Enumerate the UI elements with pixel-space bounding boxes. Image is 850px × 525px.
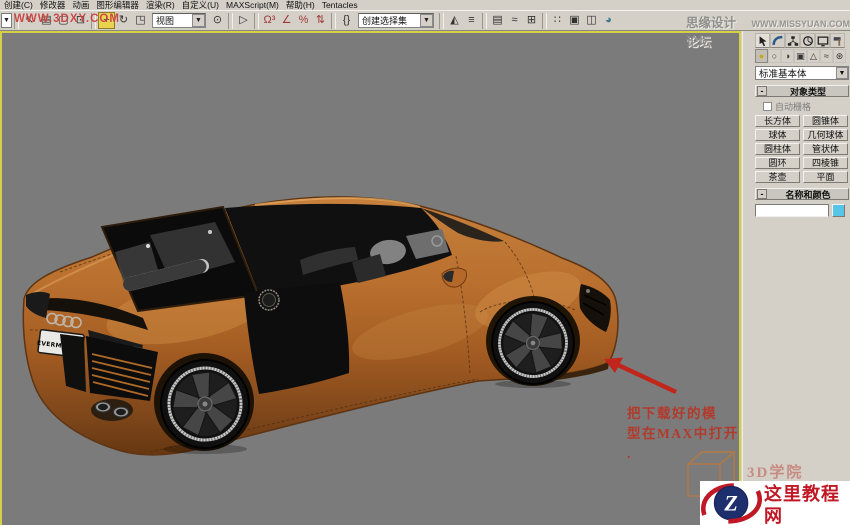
object-type-button[interactable]: 几何球体 bbox=[803, 129, 848, 141]
reference-coordinate-value: 视图 bbox=[156, 16, 175, 26]
create-categories: ● ○ ◑ ▣ △ ≈ ⊛ bbox=[755, 49, 848, 63]
name-color-rollout[interactable]: - 名称和颜色 bbox=[755, 188, 849, 200]
mirror-icon[interactable]: ◭ bbox=[446, 12, 463, 29]
separator bbox=[228, 12, 233, 29]
helpers-icon[interactable]: △ bbox=[807, 49, 820, 63]
select-scale-icon[interactable]: ◳ bbox=[132, 12, 149, 29]
material-editor-icon[interactable]: ∷ bbox=[549, 12, 566, 29]
chevron-down-icon: ▼ bbox=[836, 67, 848, 79]
watermark-3dxy: WWW.3DXY.COM bbox=[14, 13, 120, 25]
rollout-title: 对象类型 bbox=[789, 86, 826, 97]
rollout-collapse-button[interactable]: - bbox=[757, 86, 767, 96]
systems-icon[interactable]: ⊛ bbox=[833, 49, 846, 63]
command-panel: ● ○ ◑ ▣ △ ≈ ⊛ 标准基本体 ▼ - 对象类型 自动栅格 长方体 圆锥体 球体 几何球体… bbox=[742, 31, 850, 525]
render-setup-icon[interactable]: ▣ bbox=[566, 12, 583, 29]
herecours-logo: Z 这里教程网 herecours.com bbox=[700, 481, 850, 525]
percent-snap-icon[interactable]: % bbox=[295, 12, 312, 29]
exhaust-pipes bbox=[91, 399, 133, 421]
separator bbox=[439, 12, 444, 29]
named-selection-set-dropdown[interactable]: 创建选择集 ▼ bbox=[358, 13, 434, 28]
layer-manager-icon[interactable]: ▤ bbox=[489, 12, 506, 29]
3dsmax-window: 创建(C) 修改器 动画 图形编辑器 渲染(R) 自定义(U) MAXScript(M) 帮助… bbox=[0, 0, 850, 525]
use-center-icon[interactable]: ⊙ bbox=[209, 12, 226, 29]
watermark-missyuan-title: 思缘设计论坛 bbox=[686, 16, 737, 49]
object-type-button[interactable]: 球体 bbox=[755, 129, 800, 141]
annotation-arrow bbox=[604, 357, 677, 395]
car-model[interactable]: EVERMOTION bbox=[22, 196, 619, 456]
object-type-button[interactable]: 圆环 bbox=[755, 157, 800, 169]
schematic-view-icon[interactable]: ⊞ bbox=[523, 12, 540, 29]
tutorial-annotation: 把下载好的模 型在MAX中打开 . bbox=[627, 404, 739, 464]
object-type-button[interactable]: 四棱锥 bbox=[803, 157, 848, 169]
object-name-input[interactable] bbox=[755, 204, 829, 217]
object-type-button[interactable]: 管状体 bbox=[803, 143, 848, 155]
autogrid-label: 自动栅格 bbox=[775, 102, 812, 112]
separator bbox=[254, 12, 259, 29]
logo-text-cn: 这里教程网 bbox=[764, 484, 840, 525]
angle-snap-icon[interactable]: ∠ bbox=[278, 12, 295, 29]
quick-render-icon[interactable]: ◕ bbox=[600, 12, 617, 29]
primitive-category-value: 标准基本体 bbox=[759, 69, 807, 80]
reference-coordinate-dropdown[interactable]: 视图 ▼ bbox=[152, 13, 206, 28]
object-color-swatch[interactable] bbox=[832, 204, 845, 217]
autogrid-checkbox[interactable] bbox=[763, 102, 772, 111]
lights-icon[interactable]: ◑ bbox=[781, 49, 794, 63]
separator bbox=[542, 12, 547, 29]
z-emblem-icon: Z bbox=[701, 483, 762, 524]
cameras-icon[interactable]: ▣ bbox=[794, 49, 807, 63]
object-type-buttons: 长方体 圆锥体 球体 几何球体 圆柱体 管状体 圆环 四棱锥 茶壶 平面 bbox=[755, 115, 849, 183]
curve-editor-icon[interactable]: ≈ bbox=[506, 12, 523, 29]
menu-item[interactable]: Tentacles bbox=[322, 0, 365, 10]
snap-toggle-icon[interactable]: Ω³ bbox=[261, 12, 278, 29]
object-type-button[interactable]: 茶壶 bbox=[755, 171, 800, 183]
annotation-line2: 型在MAX中打开 bbox=[627, 426, 739, 441]
object-type-button[interactable]: 长方体 bbox=[755, 115, 800, 127]
perspective-viewport[interactable]: EVERMOTION 把下载好的模 型在MAX中打开 . bbox=[0, 31, 741, 525]
rendered-frame-icon[interactable]: ◫ bbox=[583, 12, 600, 29]
object-type-rollout[interactable]: - 对象类型 bbox=[755, 85, 849, 97]
align-icon[interactable]: ≡ bbox=[463, 12, 480, 29]
chevron-down-icon: ▼ bbox=[192, 14, 205, 27]
select-manipulate-icon[interactable]: ▷ bbox=[235, 12, 252, 29]
menu-item[interactable]: MAXScript(M) bbox=[226, 0, 286, 10]
object-type-button[interactable]: 平面 bbox=[803, 171, 848, 183]
annotation-line1: 把下载好的模 bbox=[627, 406, 717, 421]
chevron-down-icon: ▼ bbox=[420, 14, 433, 27]
autogrid-row: 自动栅格 bbox=[755, 100, 848, 113]
separator bbox=[331, 12, 336, 29]
combo-remnant[interactable]: ▼ bbox=[1, 13, 12, 28]
logo-letter: Z bbox=[723, 490, 738, 515]
menu-bar: 创建(C) 修改器 动画 图形编辑器 渲染(R) 自定义(U) MAXScript(M) 帮助… bbox=[0, 0, 850, 10]
watermark-missyuan-url: WWW.MISSYUAN.COM bbox=[751, 19, 850, 29]
watermark-missyuan: 思缘设计论坛 WWW.MISSYUAN.COM bbox=[686, 12, 850, 50]
named-selection-set-value: 创建选择集 bbox=[362, 16, 408, 26]
geometry-icon[interactable]: ● bbox=[755, 49, 768, 63]
primitive-category-dropdown[interactable]: 标准基本体 ▼ bbox=[755, 66, 849, 80]
space-warps-icon[interactable]: ≈ bbox=[820, 49, 833, 63]
rollout-collapse-button[interactable]: - bbox=[757, 189, 767, 199]
name-color-row bbox=[755, 204, 848, 217]
annotation-line3: . bbox=[627, 446, 632, 461]
rollout-title: 名称和颜色 bbox=[785, 189, 831, 200]
named-selection-sets-icon[interactable]: {} bbox=[338, 12, 355, 29]
object-type-button[interactable]: 圆柱体 bbox=[755, 143, 800, 155]
spinner-snap-icon[interactable]: ⇅ bbox=[312, 12, 329, 29]
shapes-icon[interactable]: ○ bbox=[768, 49, 781, 63]
object-type-button[interactable]: 圆锥体 bbox=[803, 115, 848, 127]
separator bbox=[482, 12, 487, 29]
